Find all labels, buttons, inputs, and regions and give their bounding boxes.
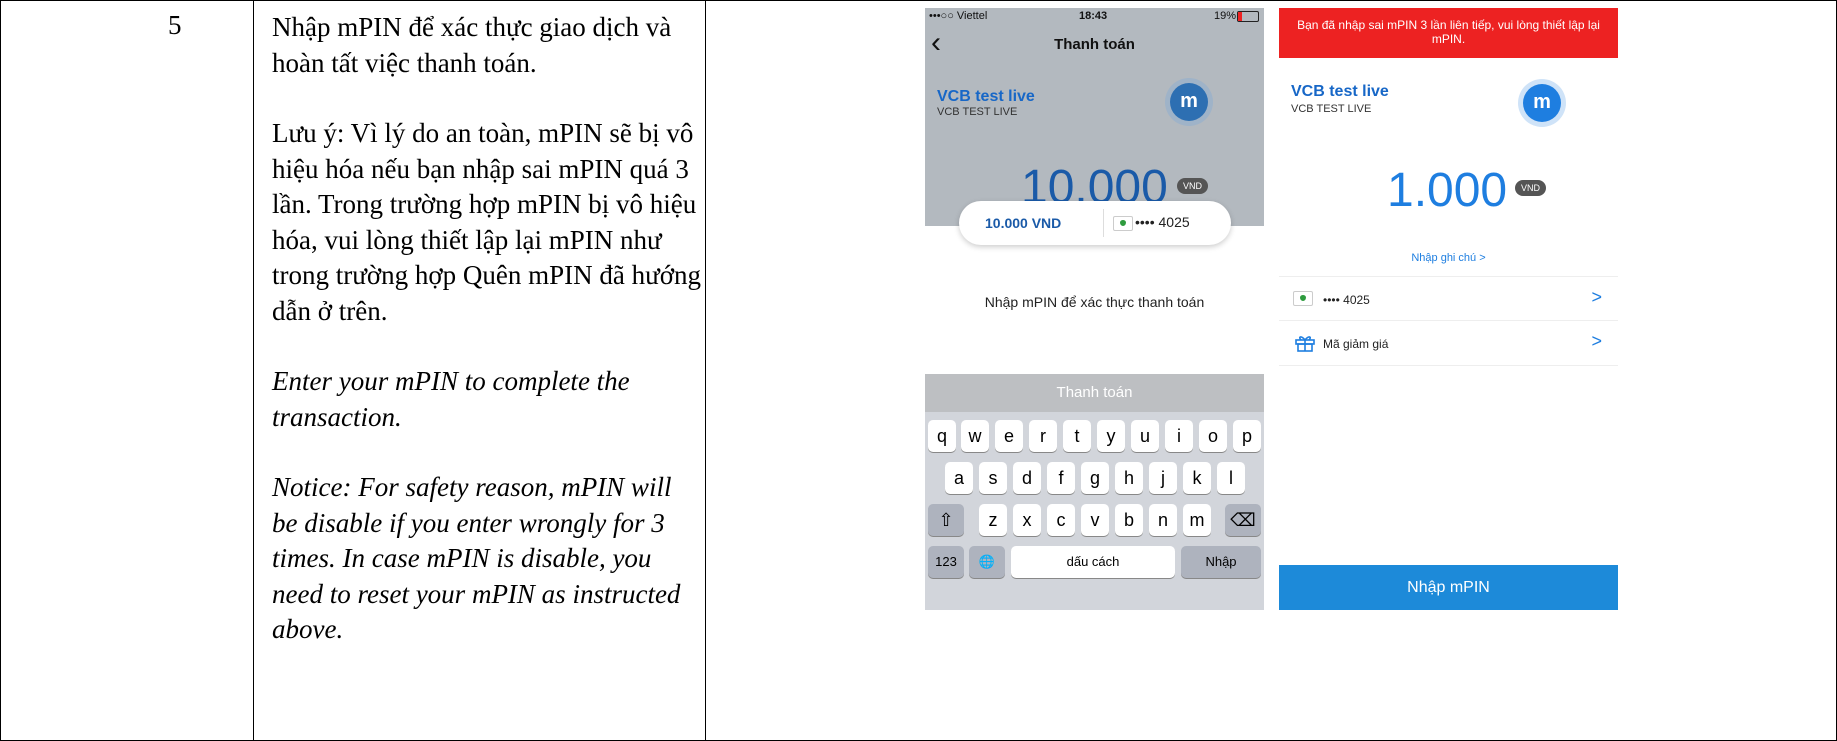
key-z[interactable]: z bbox=[979, 504, 1007, 536]
error-banner: Bạn đã nhập sai mPIN 3 lần liên tiếp, vu… bbox=[1279, 8, 1618, 58]
card-row[interactable]: •••• 4025 > bbox=[1279, 276, 1618, 321]
key-b[interactable]: b bbox=[1115, 504, 1143, 536]
step-description: Nhập mPIN để xác thực giao dịch và hoàn … bbox=[272, 10, 702, 648]
merchant-name: VCB test live bbox=[937, 88, 1035, 105]
carrier-label: •••○○ Viettel bbox=[929, 10, 988, 22]
merchant-logo: m bbox=[1523, 84, 1561, 122]
key-space[interactable]: dấu cách bbox=[1011, 546, 1175, 578]
key-k[interactable]: k bbox=[1183, 462, 1211, 494]
merchant-name: VCB test live bbox=[1291, 83, 1389, 100]
nav-title: Thanh toán bbox=[1054, 36, 1135, 53]
mpin-prompt[interactable]: Nhập mPIN để xác thực thanh toán bbox=[925, 294, 1264, 310]
key-m[interactable]: m bbox=[1183, 504, 1211, 536]
key-f[interactable]: f bbox=[1047, 462, 1075, 494]
table-divider-2 bbox=[705, 0, 706, 741]
step-paragraph-en-1: Enter your mPIN to complete the transact… bbox=[272, 366, 630, 432]
chevron-right-icon: > bbox=[1591, 287, 1602, 307]
merchant-subtitle: VCB TEST LIVE bbox=[937, 106, 1018, 118]
merchant-subtitle: VCB TEST LIVE bbox=[1291, 103, 1372, 115]
key-l[interactable]: l bbox=[1217, 462, 1245, 494]
gift-icon bbox=[1295, 336, 1315, 352]
key-i[interactable]: i bbox=[1165, 420, 1193, 452]
pill-amount: 10.000 VND bbox=[985, 215, 1062, 231]
key-h[interactable]: h bbox=[1115, 462, 1143, 494]
battery-percent: 19% bbox=[1213, 10, 1236, 22]
pill-card-number: •••• 4025 bbox=[1135, 214, 1190, 230]
key-v[interactable]: v bbox=[1081, 504, 1109, 536]
shift-key-icon[interactable]: ⇧ bbox=[928, 504, 964, 536]
add-note-link[interactable]: Nhập ghi chú > bbox=[1279, 252, 1618, 264]
key-x[interactable]: x bbox=[1013, 504, 1041, 536]
key-r[interactable]: r bbox=[1029, 420, 1057, 452]
key-a[interactable]: a bbox=[945, 462, 973, 494]
key-123[interactable]: 123 bbox=[928, 546, 964, 578]
key-q[interactable]: q bbox=[928, 420, 956, 452]
step-paragraph-vi-2: Lưu ý: Vì lý do an toàn, mPIN sẽ bị vô h… bbox=[272, 118, 702, 326]
key-c[interactable]: c bbox=[1047, 504, 1075, 536]
payment-screen-error: Bạn đã nhập sai mPIN 3 lần liên tiếp, vu… bbox=[1279, 8, 1618, 610]
backspace-key-icon[interactable]: ⌫ bbox=[1225, 504, 1261, 536]
key-t[interactable]: t bbox=[1063, 420, 1091, 452]
key-e[interactable]: e bbox=[995, 420, 1023, 452]
key-p[interactable]: p bbox=[1233, 420, 1261, 452]
keyboard: Thanh toán q w e r t y u i o p a s d f g… bbox=[925, 374, 1264, 610]
globe-icon[interactable]: 🌐 bbox=[969, 546, 1005, 578]
key-g[interactable]: g bbox=[1081, 462, 1109, 494]
enter-mpin-button[interactable]: Nhập mPIN bbox=[1279, 565, 1618, 610]
pill-divider bbox=[1103, 209, 1104, 237]
shield-icon bbox=[1293, 291, 1313, 306]
discount-row[interactable]: Mã giảm giá > bbox=[1279, 320, 1618, 366]
key-n[interactable]: n bbox=[1149, 504, 1177, 536]
status-bar: •••○○ Viettel 18:43 19% bbox=[925, 8, 1264, 26]
keyboard-title: Thanh toán bbox=[925, 374, 1264, 412]
step-paragraph-en-2: Notice: For safety reason, mPIN will be … bbox=[272, 472, 681, 644]
currency-badge: VND bbox=[1515, 180, 1547, 196]
key-y[interactable]: y bbox=[1097, 420, 1125, 452]
table-border-top bbox=[0, 0, 1837, 1]
currency-badge: VND bbox=[1177, 178, 1209, 194]
payment-screen-keyboard: •••○○ Viettel 18:43 19% ‹ Thanh toán VCB… bbox=[925, 8, 1264, 610]
key-o[interactable]: o bbox=[1199, 420, 1227, 452]
key-d[interactable]: d bbox=[1013, 462, 1041, 494]
payment-summary-pill: 10.000 VND •••• 4025 bbox=[959, 201, 1231, 245]
key-u[interactable]: u bbox=[1131, 420, 1159, 452]
key-w[interactable]: w bbox=[961, 420, 989, 452]
step-number: 5 bbox=[168, 10, 182, 40]
key-s[interactable]: s bbox=[979, 462, 1007, 494]
key-enter[interactable]: Nhập bbox=[1181, 546, 1261, 578]
chevron-right-icon: > bbox=[1591, 331, 1602, 351]
clock: 18:43 bbox=[1079, 10, 1108, 22]
card-number: •••• 4025 bbox=[1323, 293, 1370, 307]
amount-display: 1.000 bbox=[1387, 164, 1508, 217]
step-paragraph-vi-1: Nhập mPIN để xác thực giao dịch và hoàn … bbox=[272, 12, 672, 78]
key-j[interactable]: j bbox=[1149, 462, 1177, 494]
shield-icon bbox=[1113, 216, 1133, 231]
merchant-logo: m bbox=[1170, 83, 1208, 121]
discount-label: Mã giảm giá bbox=[1323, 337, 1389, 351]
battery-icon bbox=[1237, 11, 1259, 22]
table-divider-1 bbox=[253, 0, 254, 741]
table-border-left bbox=[0, 0, 1, 741]
